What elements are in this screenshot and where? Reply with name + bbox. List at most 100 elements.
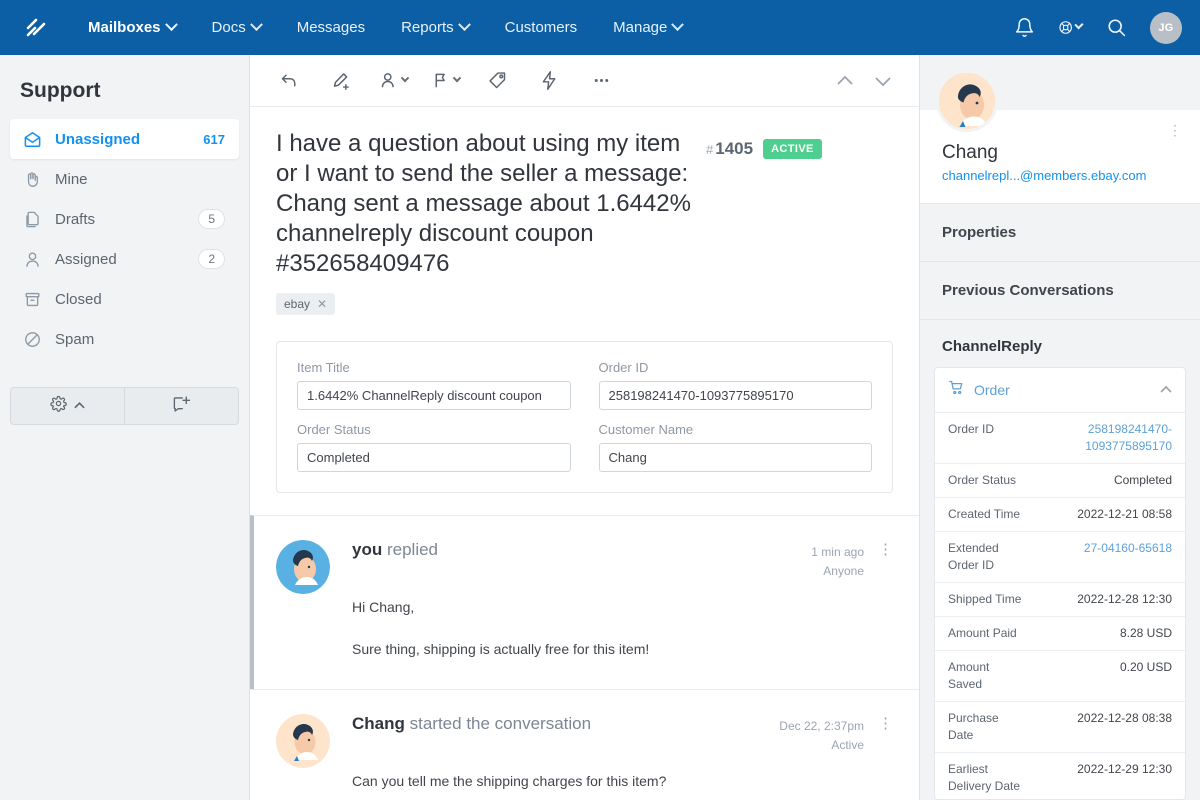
custom-field-customer-name: Customer Name: [598, 422, 872, 472]
sidebar-item-unassigned[interactable]: Unassigned 617: [10, 119, 239, 159]
helpscout-logo-icon[interactable]: [22, 14, 50, 42]
conversation-number: #1405: [706, 139, 753, 159]
reply-icon[interactable]: [270, 64, 308, 98]
new-conversation-button[interactable]: [124, 387, 239, 425]
order-row-value[interactable]: 27-04160-65618: [1026, 540, 1172, 574]
bell-icon[interactable]: [1012, 16, 1036, 40]
sidebar-item-label: Assigned: [55, 250, 117, 268]
order-row-key: Shipped Time: [948, 592, 1022, 606]
customer-card: ⋮ Chang channelrepl...@members.ebay.com: [920, 70, 1200, 204]
lifebuoy-icon[interactable]: [1058, 16, 1084, 40]
app-title-channelreply: ChannelReply: [942, 338, 1043, 355]
message-action: replied: [386, 540, 439, 559]
message-author: Chang: [352, 714, 405, 733]
status-flag-icon[interactable]: [426, 64, 464, 98]
mailbox-title: Support: [20, 79, 101, 102]
message-action: started the conversation: [409, 714, 592, 733]
sidebar-item-closed[interactable]: Closed: [10, 279, 239, 319]
message-visibility: Active: [831, 738, 864, 752]
sidebar-item-label: Mine: [55, 170, 88, 188]
order-id-input[interactable]: [598, 381, 872, 410]
order-row: Extended Order ID 27-04160-65618: [935, 532, 1185, 583]
tag-ebay[interactable]: ebay ✕: [276, 293, 336, 315]
more-vertical-icon[interactable]: ⋮: [878, 542, 893, 557]
avatar: [936, 70, 998, 132]
chevron-up-icon[interactable]: [1160, 381, 1172, 399]
close-icon[interactable]: ✕: [317, 297, 327, 311]
more-horizontal-icon[interactable]: [582, 64, 620, 98]
customer-sidebar: ⋮ Chang channelrepl...@members.ebay.com …: [920, 55, 1200, 800]
primary-nav-items: Mailboxes Docs Messages Reports Customer…: [70, 13, 1012, 42]
custom-field-label: Order Status: [297, 422, 371, 437]
conversation-subject: I have a question about using my item or…: [276, 130, 691, 277]
conversation-toolbar: [250, 55, 919, 107]
nav-item-customers[interactable]: Customers: [487, 13, 596, 42]
workflow-lightning-icon[interactable]: [530, 64, 568, 98]
avatar: [276, 714, 330, 768]
tag-icon[interactable]: [478, 64, 516, 98]
nav-item-docs[interactable]: Docs: [194, 13, 279, 42]
order-row: Order Status Completed: [935, 464, 1185, 498]
message-paragraph: Sure thing, shipping is actually free fo…: [352, 641, 650, 657]
sidebar-bottom-buttons: [10, 387, 239, 425]
add-note-icon[interactable]: [322, 64, 360, 98]
nav-item-mailboxes[interactable]: Mailboxes: [70, 13, 194, 42]
user-avatar[interactable]: JG: [1150, 11, 1182, 44]
more-vertical-icon[interactable]: ⋮: [1168, 123, 1182, 137]
more-vertical-icon[interactable]: ⋮: [878, 716, 893, 731]
customer-email[interactable]: channelrepl...@members.ebay.com: [942, 168, 1178, 183]
conversation-header: I have a question about using my item or…: [250, 107, 919, 315]
nav-item-manage[interactable]: Manage: [595, 13, 700, 42]
item-title-input[interactable]: [297, 381, 571, 410]
status-badge: ACTIVE: [763, 139, 822, 159]
sidebar-item-drafts[interactable]: Drafts 5: [10, 199, 239, 239]
properties-section[interactable]: Properties: [920, 204, 1200, 262]
message-body: Chang started the conversation Dec 22, 2…: [352, 714, 893, 793]
open-envelope-icon: [22, 129, 42, 149]
nav-item-reports[interactable]: Reports: [383, 13, 487, 42]
thread-message: Chang started the conversation Dec 22, 2…: [250, 689, 919, 800]
conversation-scroll-area[interactable]: I have a question about using my item or…: [250, 107, 919, 800]
order-status-input[interactable]: [297, 443, 571, 472]
order-row-value: 2022-12-28 08:38: [1077, 711, 1172, 725]
message-thread: you replied 1 min ago Anyone ⋮ Hi Chang,…: [250, 515, 919, 800]
customer-name-input[interactable]: [598, 443, 872, 472]
hand-icon: [22, 169, 42, 189]
order-card-header[interactable]: Order: [935, 368, 1185, 413]
sidebar-item-assigned[interactable]: Assigned 2: [10, 239, 239, 279]
order-row: Amount Saved 0.20 USD: [935, 651, 1185, 702]
order-row-value: 2022-12-28 12:30: [1077, 592, 1172, 606]
archive-icon: [22, 289, 42, 309]
sidebar-item-mine[interactable]: Mine: [10, 159, 239, 199]
previous-conversations-label: Previous Conversations: [942, 282, 1114, 299]
custom-field-label: Item Title: [297, 360, 350, 375]
previous-conversations-section[interactable]: Previous Conversations: [920, 262, 1200, 320]
assign-person-icon[interactable]: [374, 64, 412, 98]
no-entry-icon: [22, 329, 42, 349]
order-row-value[interactable]: 258198241470-1093775895170: [1026, 421, 1172, 455]
chevron-down-icon: [249, 18, 263, 32]
next-conversation-button[interactable]: [869, 64, 897, 98]
previous-conversation-button[interactable]: [831, 64, 859, 98]
message-paragraph: Can you tell me the shipping charges for…: [352, 773, 667, 789]
mailbox-settings-button[interactable]: [10, 387, 124, 425]
helpscout-app: Mailboxes Docs Messages Reports Customer…: [0, 0, 1200, 800]
search-icon[interactable]: [1104, 16, 1128, 40]
message-timestamp: 1 min ago: [811, 545, 864, 559]
chevron-down-icon: [671, 18, 685, 32]
toolbar-actions: [270, 64, 831, 98]
shopping-cart-icon: [948, 379, 965, 401]
message-text: Can you tell me the shipping charges for…: [352, 769, 893, 793]
sidebar-item-label: Closed: [55, 290, 102, 308]
conversation-pane: I have a question about using my item or…: [250, 55, 920, 800]
chevron-down-icon: [164, 18, 178, 32]
sidebar-item-spam[interactable]: Spam: [10, 319, 239, 359]
message-author: you: [352, 540, 383, 559]
nav-item-label: Messages: [296, 19, 366, 36]
order-row: Created Time 2022-12-21 08:58: [935, 498, 1185, 532]
nav-item-messages[interactable]: Messages: [279, 13, 383, 42]
order-row-key: Amount Paid: [948, 626, 1017, 640]
chevron-down-icon: [1074, 20, 1084, 30]
order-row: Purchase Date 2022-12-28 08:38: [935, 702, 1185, 753]
message-author-line: Chang started the conversation: [352, 714, 779, 734]
